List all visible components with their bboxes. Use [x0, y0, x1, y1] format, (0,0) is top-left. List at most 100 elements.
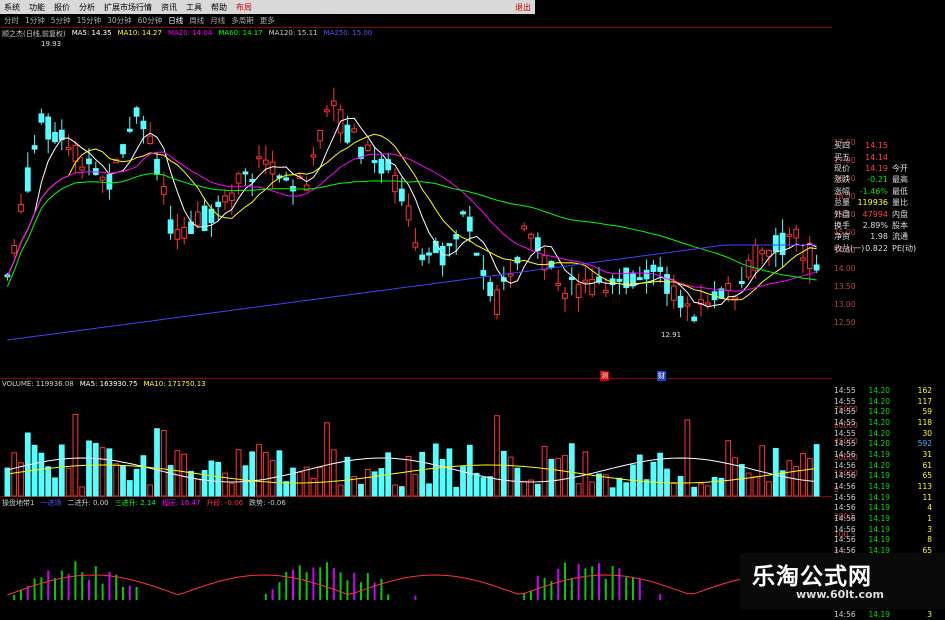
- tick-volume: 4: [927, 503, 932, 513]
- volume-bar: [228, 482, 235, 497]
- quote-label-right: 今开: [892, 163, 908, 173]
- volume-bar: [344, 456, 351, 497]
- volume-bar: [494, 415, 500, 497]
- candle-body: [120, 144, 126, 155]
- candle-body: [806, 242, 813, 270]
- quote-value: 119936: [857, 198, 888, 208]
- volume-bar: [453, 486, 460, 497]
- candle-body: [344, 124, 351, 143]
- finance-badge[interactable]: 财: [657, 371, 666, 381]
- quote-panel: 买四 14.15 买五 14.14 现价 14.19 今开 涨跌 -0.21 最高 涨幅 -1.46%…: [832, 140, 922, 254]
- candle-body: [235, 173, 242, 184]
- volume-bar: [738, 464, 745, 497]
- volume-bar: [541, 445, 548, 497]
- candle-body: [269, 161, 276, 175]
- volume-bar: [18, 462, 24, 497]
- volume-bar: [555, 457, 562, 497]
- quote-label-right: 股本: [892, 220, 908, 230]
- candle-body: [643, 269, 650, 280]
- kline-chart[interactable]: [0, 0, 832, 609]
- tick-time: 14:56: [834, 535, 856, 545]
- volume-bar: [602, 474, 609, 497]
- volume-bar: [215, 461, 222, 497]
- candle-body: [704, 302, 711, 306]
- quote-value: 0.822: [865, 243, 888, 253]
- volume-bar: [72, 413, 79, 497]
- tick-row: 14:56 14.19 3: [832, 609, 942, 620]
- quote-value: 14.19: [865, 163, 888, 173]
- volume-bar: [480, 477, 487, 497]
- event-badge[interactable]: 测: [600, 371, 609, 381]
- volume-bar: [106, 448, 113, 497]
- ma60-line: [6, 173, 817, 287]
- candle-body: [228, 192, 235, 201]
- candle-body: [79, 166, 86, 171]
- tick-price: 14.19: [868, 610, 890, 620]
- tick-row: 14:56 14.19 4: [832, 503, 942, 514]
- candle-body: [800, 257, 806, 261]
- volume-bar: [45, 466, 52, 497]
- candle-body: [256, 156, 262, 160]
- volume-bar: [813, 444, 820, 497]
- candle-body: [473, 252, 480, 256]
- candle-body: [602, 289, 609, 293]
- candle-body: [133, 107, 140, 117]
- tick-price: 14.20: [868, 417, 890, 427]
- candle-body: [772, 235, 779, 253]
- quote-label-right: 流通: [892, 232, 908, 242]
- price-tick: 14.00: [834, 264, 856, 273]
- candle-body: [11, 245, 18, 254]
- tick-volume: 113: [917, 482, 932, 492]
- volume-bar: [126, 480, 133, 497]
- quote-label: 买四: [834, 141, 850, 151]
- tick-time: 14:56: [834, 471, 856, 481]
- price-tick: 13.50: [834, 282, 856, 291]
- candle-body: [466, 216, 473, 232]
- volume-bar: [364, 468, 371, 497]
- tick-time: 14:56: [834, 449, 856, 459]
- quote-label-right: 最高: [892, 175, 908, 185]
- candle-body: [616, 278, 623, 282]
- volume-bar: [412, 473, 419, 497]
- volume-bar: [99, 447, 106, 497]
- volume-bar: [704, 485, 711, 497]
- tick-volume: 592: [917, 439, 932, 449]
- tick-time: 14:56: [834, 492, 856, 502]
- tick-volume: 30: [922, 428, 932, 438]
- volume-bar: [419, 451, 426, 497]
- quote-label: 外盘: [834, 209, 850, 219]
- candle-body: [562, 292, 568, 299]
- candle-body: [242, 171, 249, 175]
- tick-row: 14:56 14.19 31: [832, 449, 942, 460]
- tick-volume: 118: [917, 417, 932, 427]
- quote-label: 收益(一): [834, 243, 865, 253]
- tick-price: 14.20: [868, 407, 890, 417]
- volume-bar: [235, 449, 242, 497]
- volume-bar: [113, 463, 120, 497]
- quote-label: 总量: [834, 198, 850, 208]
- candle-body: [446, 243, 453, 247]
- candle-body: [725, 283, 732, 291]
- volume-bar: [575, 483, 582, 497]
- tick-volume: 61: [922, 460, 932, 470]
- candle-body: [262, 159, 269, 165]
- candle-body: [38, 113, 45, 123]
- tick-time: 14:55: [834, 385, 856, 395]
- candle-body: [208, 208, 215, 223]
- indicator-line: [7, 574, 817, 596]
- tick-price: 14.19: [868, 492, 890, 502]
- tick-price: 14.19: [868, 503, 890, 513]
- volume-bar: [562, 454, 568, 497]
- quote-label: 换手: [834, 220, 850, 230]
- volume-bar: [426, 483, 432, 497]
- candle-body: [317, 129, 324, 142]
- volume-bar: [92, 442, 99, 497]
- volume-bar: [473, 472, 480, 497]
- candle-body: [419, 254, 426, 261]
- low-price-label: 12.91: [661, 331, 682, 339]
- volume-bar: [52, 477, 58, 497]
- volume-bar: [358, 483, 364, 497]
- candle-body: [480, 270, 487, 276]
- tick-time: 14:55: [834, 428, 856, 438]
- volume-bar: [324, 422, 330, 497]
